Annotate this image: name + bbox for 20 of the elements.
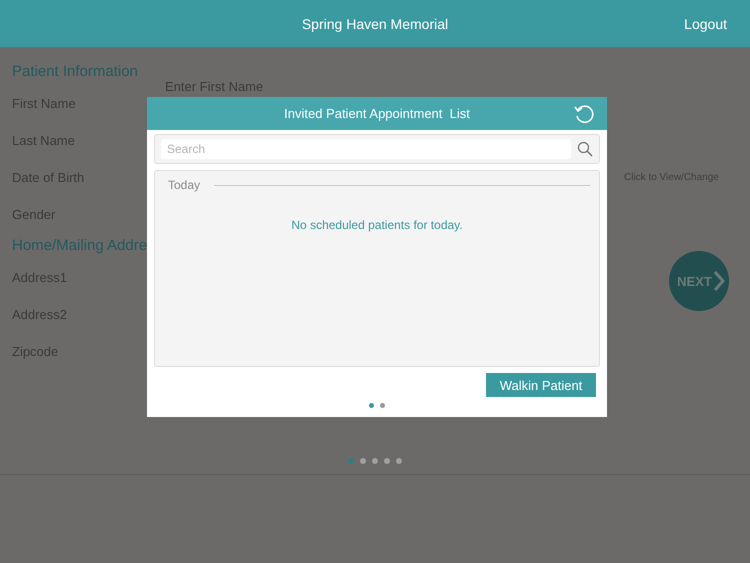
logout-link[interactable]: Logout: [684, 16, 727, 32]
page-dot[interactable]: [372, 458, 378, 464]
app-title: Spring Haven Memorial: [302, 16, 448, 32]
empty-message: No scheduled patients for today.: [291, 218, 463, 232]
dialog-title: Invited Patient Appointment List: [284, 106, 470, 121]
page-dot[interactable]: [348, 458, 354, 464]
page-dot[interactable]: [369, 403, 374, 408]
chevron-icon: [712, 270, 725, 292]
section-title: Home/Mailing Addre: [12, 236, 148, 256]
page-dot[interactable]: [384, 458, 390, 464]
search-icon[interactable]: [577, 141, 593, 157]
walkin-button[interactable]: Walkin Patient: [486, 373, 596, 397]
next-button[interactable]: NEXT: [669, 251, 729, 311]
group-heading: Today: [168, 178, 200, 192]
search-field[interactable]: Search: [154, 134, 600, 164]
refresh-icon[interactable]: [573, 103, 595, 125]
page-dot[interactable]: [380, 403, 385, 408]
page-dot[interactable]: [396, 458, 402, 464]
page-dot[interactable]: [360, 458, 366, 464]
section-title: Patient Information: [12, 62, 139, 82]
